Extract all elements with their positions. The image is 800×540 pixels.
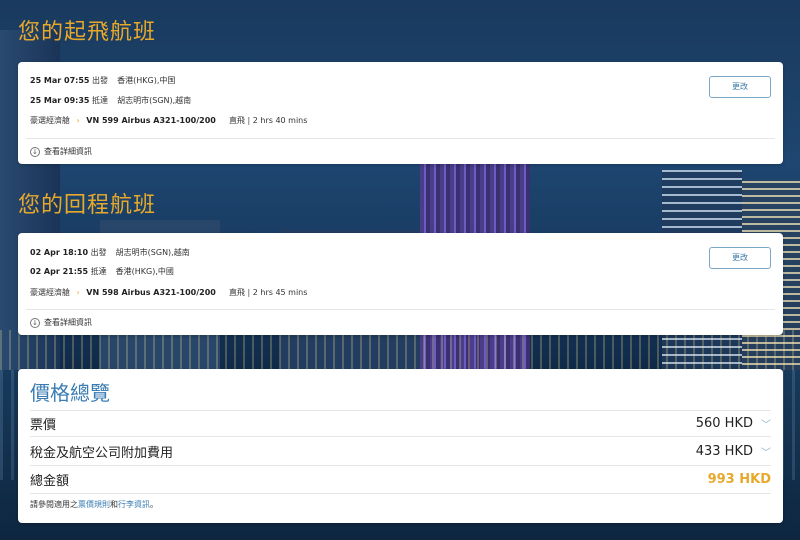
stops: 直飛 [228,288,245,297]
fare-row[interactable]: 票價 560 HKD ﹀ [30,411,771,435]
arrive-datetime: 25 Mar 09:35 [30,96,90,105]
total-row: 總金額 993 HKD [30,467,771,491]
duration: 2 hrs 40 mins [252,116,308,125]
arrive-place: 胡志明市(SGN),越南 [117,96,192,105]
divider [26,309,775,310]
divider [30,493,771,494]
outbound-flight-card: 25 Mar 07:55 出發 香港(HKG),中国 25 Mar 09:35 … [18,62,783,164]
baggage-info-link[interactable]: 行李資訊 [118,500,150,509]
outbound-details-link[interactable]: ↓ 查看詳細資訊 [30,146,92,157]
arrive-datetime: 02 Apr 21:55 [30,267,89,276]
tax-row[interactable]: 稅金及航空公司附加費用 433 HKD ﹀ [30,439,771,463]
cabin-class: 豪選經濟艙 [30,116,70,125]
stops: 直飛 [228,116,245,125]
inbound-change-button[interactable]: 更改 [709,247,771,269]
outbound-change-button[interactable]: 更改 [709,76,771,98]
divider [30,436,771,437]
divider [30,465,771,466]
fare-label: 票價 [30,417,57,433]
arrive-action: 抵達 [90,267,107,276]
tax-label: 稅金及航空公司附加費用 [30,445,174,461]
chevron-down-icon[interactable]: ﹀ [761,444,771,459]
depart-place: 胡志明市(SGN),越南 [115,248,190,257]
arrive-action: 抵達 [92,96,109,105]
arrive-place: 香港(HKG),中國 [115,267,174,276]
depart-place: 香港(HKG),中国 [117,76,176,85]
outbound-flight-info: 豪選經濟艙 › VN 599 Airbus A321-100/200 直飛 | … [30,116,308,125]
inbound-flight-card: 02 Apr 18:10 出發 胡志明市(SGN),越南 02 Apr 21:5… [18,233,783,335]
outbound-title: 您的起飛航班 [18,20,157,45]
inbound-title: 您的回程航班 [18,193,157,218]
total-label: 總金額 [30,473,70,489]
depart-action: 出發 [92,76,109,85]
arrow-down-circle-icon: ↓ [30,146,40,157]
cabin-class: 豪選經濟艙 [30,288,70,297]
fare-note: 請參閱適用之票價規則和行李資訊。 [30,500,158,509]
inbound-depart-row: 02 Apr 18:10 出發 胡志明市(SGN),越南 [30,247,190,258]
outbound-depart-row: 25 Mar 07:55 出發 香港(HKG),中国 [30,75,175,86]
inbound-arrive-row: 02 Apr 21:55 抵達 香港(HKG),中國 [30,266,174,277]
price-summary-title: 價格總覽 [30,381,110,405]
depart-action: 出發 [90,248,107,257]
total-value: 993 HKD [707,471,771,487]
chevron-right-icon: › [76,116,80,125]
tax-value: 433 HKD [695,443,753,459]
flight-number: VN 599 Airbus A321-100/200 [86,116,216,125]
chevron-down-icon[interactable]: ﹀ [761,416,771,431]
arrow-down-circle-icon: ↓ [30,317,40,328]
inbound-details-link[interactable]: ↓ 查看詳細資訊 [30,317,92,328]
duration: 2 hrs 45 mins [252,288,308,297]
price-summary-card: 價格總覽 票價 560 HKD ﹀ 稅金及航空公司附加費用 433 HKD ﹀ 總金… [18,369,783,523]
flight-number: VN 598 Airbus A321-100/200 [86,288,216,297]
fare-rules-link[interactable]: 票價規則 [78,500,110,509]
depart-datetime: 25 Mar 07:55 [30,76,90,85]
inbound-flight-info: 豪選經濟艙 › VN 598 Airbus A321-100/200 直飛 | … [30,288,308,297]
chevron-right-icon: › [76,288,80,297]
depart-datetime: 02 Apr 18:10 [30,248,89,257]
outbound-arrive-row: 25 Mar 09:35 抵達 胡志明市(SGN),越南 [30,95,191,106]
divider [26,138,775,139]
fare-value: 560 HKD [695,415,753,431]
